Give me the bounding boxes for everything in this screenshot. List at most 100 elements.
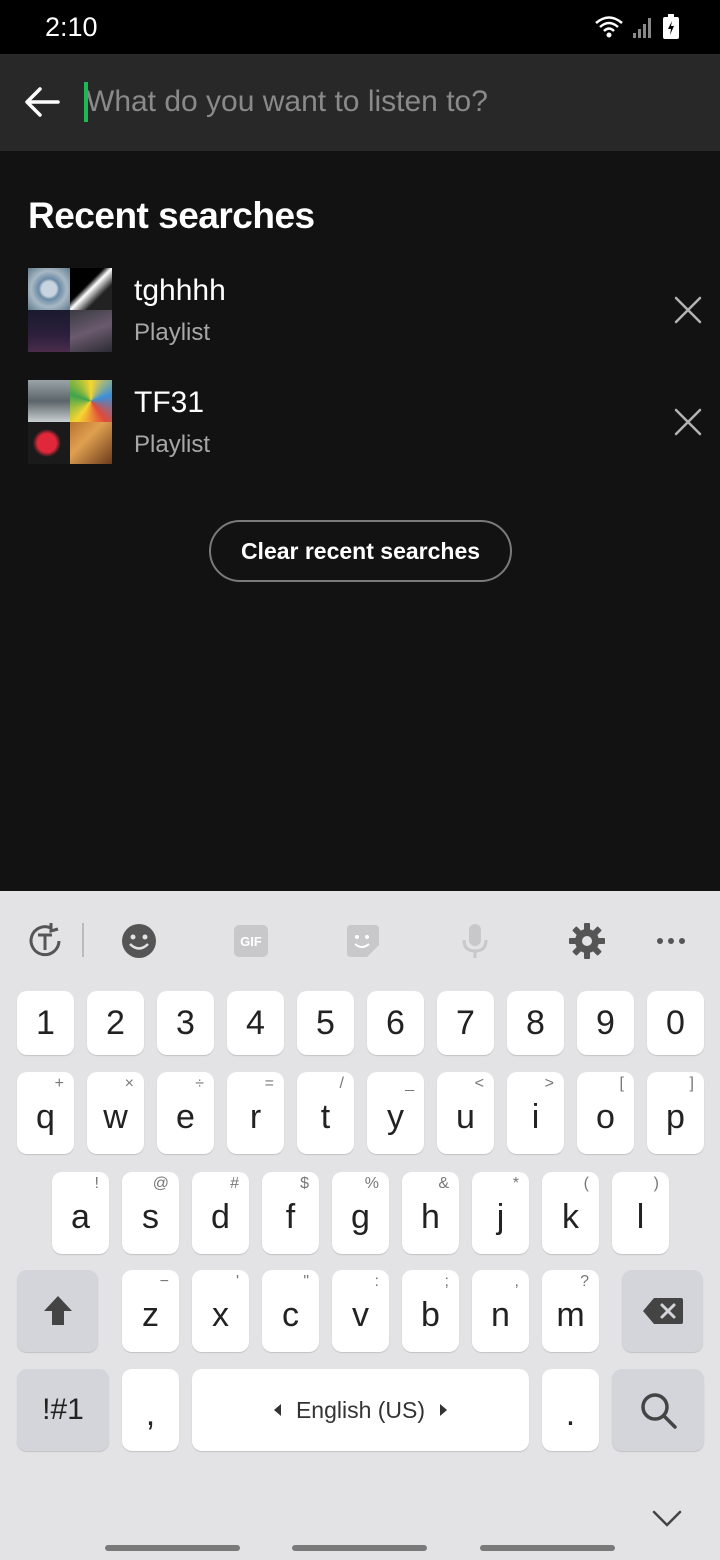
sticker-icon[interactable]: [343, 921, 383, 961]
key-y[interactable]: _ y: [367, 1072, 424, 1154]
key-label: r: [249, 1097, 262, 1136]
shift-key[interactable]: [17, 1270, 98, 1352]
key-label: 1: [36, 1003, 55, 1042]
gif-icon[interactable]: GIF: [231, 921, 271, 961]
more-options-icon[interactable]: [651, 921, 691, 961]
search-input[interactable]: [84, 76, 684, 128]
key-g[interactable]: % g: [332, 1172, 389, 1254]
key-d[interactable]: # d: [192, 1172, 249, 1254]
key-sup: ,: [514, 1273, 519, 1290]
text-caret: [84, 82, 88, 122]
key-label: 9: [596, 1003, 615, 1042]
key-m[interactable]: ? m: [542, 1270, 599, 1352]
key-label: !#1: [42, 1393, 84, 1426]
key-sup: *: [512, 1175, 519, 1192]
key-w[interactable]: × w: [87, 1072, 144, 1154]
list-item[interactable]: TF31 Playlist: [28, 380, 708, 466]
status-bar: 2:10: [0, 0, 720, 54]
key-x[interactable]: ' x: [192, 1270, 249, 1352]
key-f[interactable]: $ f: [262, 1172, 319, 1254]
key-label: x: [212, 1295, 229, 1334]
key-sup: [: [619, 1075, 624, 1092]
key-r[interactable]: = r: [227, 1072, 284, 1154]
key-sup: ×: [124, 1075, 134, 1092]
key-a[interactable]: ! a: [52, 1172, 109, 1254]
key-label: l: [636, 1197, 645, 1236]
remove-button[interactable]: [668, 290, 708, 330]
playlist-cover: [28, 380, 112, 464]
item-subtitle: Playlist: [134, 319, 211, 346]
remove-button[interactable]: [668, 402, 708, 442]
key-n[interactable]: ,n: [472, 1270, 529, 1352]
key-q[interactable]: + q: [17, 1072, 74, 1154]
list-item[interactable]: tghhhh Playlist: [28, 268, 708, 354]
key-z[interactable]: − z: [122, 1270, 179, 1352]
period-key[interactable]: .: [542, 1369, 599, 1451]
caret-left-icon: [273, 1404, 281, 1416]
symbols-key[interactable]: !#1: [17, 1369, 109, 1451]
key-3[interactable]: 3: [157, 991, 214, 1055]
key-c[interactable]: " c: [262, 1270, 319, 1352]
key-label: 6: [386, 1003, 405, 1042]
hide-keyboard-button[interactable]: [650, 1501, 684, 1535]
key-v[interactable]: :v: [332, 1270, 389, 1352]
backspace-icon: [642, 1298, 683, 1324]
comma-key[interactable]: ,: [122, 1369, 179, 1451]
key-l[interactable]: ) l: [612, 1172, 669, 1254]
section-title: Recent searches: [28, 195, 315, 236]
key-b[interactable]: ; b: [402, 1270, 459, 1352]
key-u[interactable]: < u: [437, 1072, 494, 1154]
key-label: p: [666, 1097, 685, 1136]
search-key[interactable]: [612, 1369, 704, 1451]
key-8[interactable]: 8: [507, 991, 564, 1055]
key-9[interactable]: 9: [577, 991, 634, 1055]
key-sup: ': [235, 1273, 239, 1290]
backspace-key[interactable]: [622, 1270, 703, 1352]
caret-right-icon: [440, 1404, 448, 1416]
key-1[interactable]: 1: [17, 991, 74, 1055]
gear-icon[interactable]: [567, 921, 607, 961]
key-i[interactable]: > i: [507, 1072, 564, 1154]
key-sup: +: [54, 1075, 64, 1092]
nav-handle-center[interactable]: [292, 1545, 427, 1551]
key-6[interactable]: 6: [367, 991, 424, 1055]
back-button[interactable]: [20, 80, 64, 124]
search-bar: [0, 54, 720, 151]
key-k[interactable]: (k: [542, 1172, 599, 1254]
key-label: h: [421, 1197, 440, 1236]
item-title: TF31: [134, 386, 205, 419]
playlist-cover: [28, 268, 112, 352]
key-sup: !: [94, 1175, 99, 1192]
key-label: j: [496, 1197, 505, 1236]
item-subtitle: Playlist: [134, 431, 211, 458]
key-sup: #: [230, 1175, 239, 1192]
key-t[interactable]: / t: [297, 1072, 354, 1154]
key-label: 3: [176, 1003, 195, 1042]
key-h[interactable]: & h: [402, 1172, 459, 1254]
key-s[interactable]: @ s: [122, 1172, 179, 1254]
key-label: n: [491, 1295, 510, 1334]
close-icon: [674, 296, 702, 324]
key-p[interactable]: ] p: [647, 1072, 704, 1154]
nav-handle-left[interactable]: [105, 1545, 240, 1551]
key-2[interactable]: 2: [87, 991, 144, 1055]
key-sup: (: [583, 1175, 589, 1192]
key-o[interactable]: [o: [577, 1072, 634, 1154]
clear-recent-searches-button[interactable]: Clear recent searches: [209, 520, 512, 582]
key-j[interactable]: * j: [472, 1172, 529, 1254]
key-0[interactable]: 0: [647, 991, 704, 1055]
key-e[interactable]: ÷ e: [157, 1072, 214, 1154]
key-sup: &: [438, 1175, 449, 1192]
key-5[interactable]: 5: [297, 991, 354, 1055]
key-label: 0: [666, 1003, 685, 1042]
wifi-icon: [595, 16, 623, 38]
emoji-icon[interactable]: [119, 921, 159, 961]
key-7[interactable]: 7: [437, 991, 494, 1055]
microphone-icon[interactable]: [455, 921, 495, 961]
text-mode-icon[interactable]: [25, 921, 65, 961]
nav-handle-right[interactable]: [480, 1545, 615, 1551]
key-label: k: [562, 1197, 579, 1236]
space-key[interactable]: English (US): [192, 1369, 529, 1451]
key-sup: ;: [444, 1273, 449, 1290]
key-4[interactable]: 4: [227, 991, 284, 1055]
